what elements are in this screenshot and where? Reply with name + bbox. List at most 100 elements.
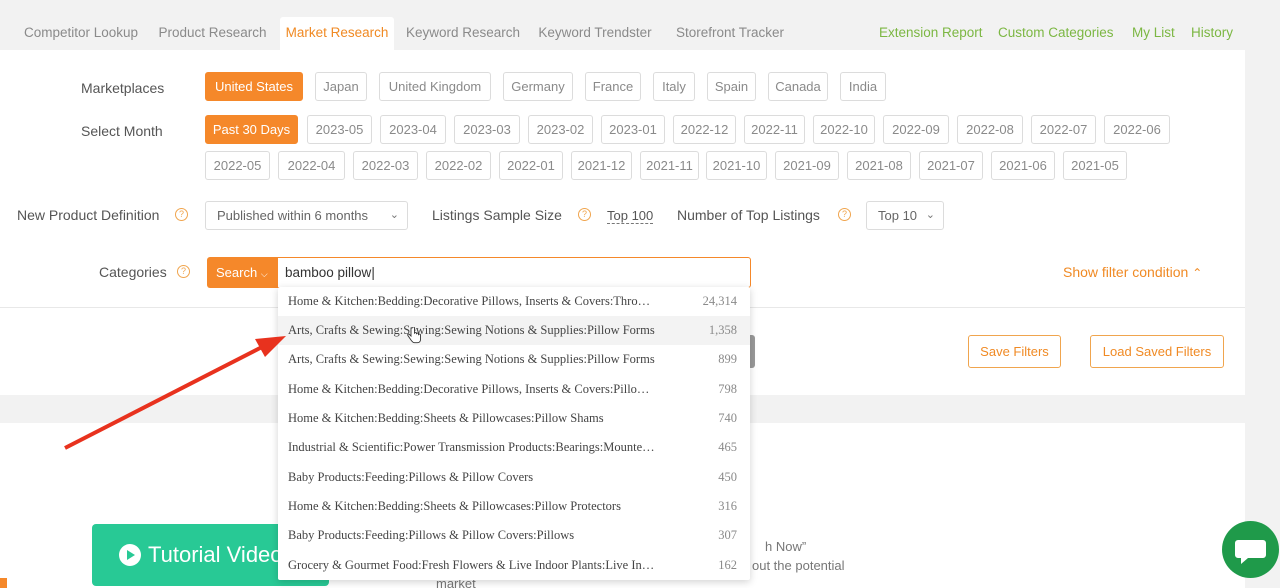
custom-categories-link[interactable]: Custom Categories <box>998 25 1114 40</box>
suggestion-item[interactable]: Arts, Crafts & Sewing:Sewing:Sewing Noti… <box>278 316 750 345</box>
top-listings-value: Top 10 <box>878 208 918 223</box>
month-chip[interactable]: 2022-12 <box>673 115 736 144</box>
search-type-button[interactable]: Search ⌵ <box>207 257 278 288</box>
suggestion-item[interactable]: Home & Kitchen:Bedding:Sheets & Pillowca… <box>278 404 750 433</box>
marketplace-japan[interactable]: Japan <box>315 72 367 101</box>
month-chip[interactable]: 2022-04 <box>278 151 345 180</box>
month-chip[interactable]: 2023-02 <box>528 115 593 144</box>
tab-storefront-tracker[interactable]: Storefront Tracker <box>666 17 794 50</box>
listings-sample-size-label: Listings Sample Size <box>432 207 562 223</box>
month-chip[interactable]: 2021-11 <box>640 151 699 180</box>
suggestion-item[interactable]: Industrial & Scientific:Power Transmissi… <box>278 433 750 462</box>
suggestion-text: Arts, Crafts & Sewing:Sewing:Sewing Noti… <box>288 352 655 366</box>
suggestion-count: 162 <box>718 558 737 572</box>
marketplaces-label: Marketplaces <box>81 80 165 96</box>
marketplace-united-kingdom[interactable]: United Kingdom <box>379 72 491 101</box>
hand-cursor-icon <box>407 327 421 344</box>
suggestion-item[interactable]: Baby Products:Feeding:Pillows & Pillow C… <box>278 463 750 492</box>
marketplace-india[interactable]: India <box>840 72 886 101</box>
month-chip[interactable]: Past 30 Days <box>205 115 298 144</box>
marketplace-canada[interactable]: Canada <box>768 72 828 101</box>
suggestion-text: Industrial & Scientific:Power Transmissi… <box>288 440 658 454</box>
promo-text-2: out the potential <box>752 558 845 573</box>
month-chip[interactable]: 2022-11 <box>744 115 805 144</box>
history-link[interactable]: History <box>1191 25 1233 40</box>
help-icon[interactable]: ? <box>175 208 188 221</box>
suggestion-text: Home & Kitchen:Bedding:Sheets & Pillowca… <box>288 411 604 425</box>
suggestion-text: Home & Kitchen:Bedding:Sheets & Pillowca… <box>288 499 621 513</box>
suggestion-item[interactable]: Baby Products:Feeding:Pillows & Pillow C… <box>278 521 750 550</box>
marketplace-germany[interactable]: Germany <box>503 72 573 101</box>
chevron-down-icon: ⌵ <box>260 269 268 279</box>
show-filter-condition-toggle[interactable]: Show filter condition ⌃ <box>1063 264 1202 280</box>
chat-bubble-icon <box>1235 540 1266 564</box>
month-chip[interactable]: 2021-10 <box>706 151 767 180</box>
month-chip[interactable]: 2022-02 <box>426 151 491 180</box>
help-icon[interactable]: ? <box>578 208 591 221</box>
help-icon[interactable]: ? <box>838 208 851 221</box>
month-chip[interactable]: 2023-03 <box>454 115 520 144</box>
month-chip[interactable]: 2021-07 <box>919 151 983 180</box>
suggestion-item[interactable]: Grocery & Gourmet Food:Fresh Flowers & L… <box>278 551 750 580</box>
month-chip[interactable]: 2021-06 <box>991 151 1055 180</box>
month-chip[interactable]: 2023-04 <box>380 115 446 144</box>
tab-keyword-trendster[interactable]: Keyword Trendster <box>531 17 659 50</box>
month-chip[interactable]: 2022-06 <box>1104 115 1170 144</box>
search-type-label: Search <box>216 265 258 280</box>
new-product-select[interactable]: Published within 6 months ⌄ <box>205 201 408 230</box>
month-chip[interactable]: 2022-01 <box>499 151 563 180</box>
marketplace-france[interactable]: France <box>585 72 641 101</box>
chevron-up-icon: ⌃ <box>1192 266 1203 280</box>
marketplace-united-states[interactable]: United States <box>205 72 303 101</box>
category-suggestions-dropdown: Home & Kitchen:Bedding:Decorative Pillow… <box>278 287 750 580</box>
load-saved-filters-button[interactable]: Load Saved Filters <box>1090 335 1224 368</box>
marketplace-spain[interactable]: Spain <box>707 72 756 101</box>
suggestion-item[interactable]: Home & Kitchen:Bedding:Sheets & Pillowca… <box>278 492 750 521</box>
suggestion-item[interactable]: Home & Kitchen:Bedding:Decorative Pillow… <box>278 287 750 316</box>
month-chip[interactable]: 2021-05 <box>1063 151 1127 180</box>
month-chip[interactable]: 2022-05 <box>205 151 270 180</box>
help-icon[interactable]: ? <box>177 265 190 278</box>
my-list-link[interactable]: My List <box>1132 25 1175 40</box>
month-chip[interactable]: 2021-09 <box>775 151 839 180</box>
top-listings-select[interactable]: Top 10 ⌄ <box>866 201 944 230</box>
tab-product-research[interactable]: Product Research <box>150 17 275 50</box>
chat-button[interactable] <box>1222 521 1279 578</box>
suggestion-item[interactable]: Arts, Crafts & Sewing:Sewing:Sewing Noti… <box>278 345 750 374</box>
search-query: bamboo pillow <box>285 265 372 280</box>
tab-competitor-lookup[interactable]: Competitor Lookup <box>15 17 147 50</box>
month-chip[interactable]: 2022-07 <box>1031 115 1096 144</box>
extension-report-link[interactable]: Extension Report <box>879 25 983 40</box>
save-filters-button[interactable]: Save Filters <box>968 335 1061 368</box>
suggestion-text: Baby Products:Feeding:Pillows & Pillow C… <box>288 528 575 542</box>
month-chip[interactable]: 2022-08 <box>957 115 1023 144</box>
suggestion-count: 899 <box>718 352 737 366</box>
suggestion-count: 316 <box>718 499 737 513</box>
month-chip[interactable]: 2021-08 <box>847 151 911 180</box>
new-product-value: Published within 6 months <box>217 208 369 223</box>
select-month-label: Select Month <box>81 123 163 139</box>
chevron-down-icon: ⌄ <box>925 209 935 221</box>
new-product-definition-label: New Product Definition <box>17 207 160 223</box>
month-chip[interactable]: 2022-03 <box>353 151 418 180</box>
show-filter-label: Show filter condition <box>1063 264 1189 280</box>
top-listings-label: Number of Top Listings <box>677 207 820 223</box>
month-chip[interactable]: 2022-10 <box>813 115 875 144</box>
suggestion-count: 450 <box>718 470 737 484</box>
categories-label: Categories <box>99 264 167 280</box>
sample-size-value[interactable]: Top 100 <box>607 208 654 224</box>
month-chip[interactable]: 2021-12 <box>571 151 632 180</box>
category-search-input[interactable]: bamboo pillow| <box>278 257 751 288</box>
suggestion-text: Home & Kitchen:Bedding:Decorative Pillow… <box>288 294 658 308</box>
suggestion-count: 798 <box>718 382 737 396</box>
side-tab[interactable] <box>0 578 7 588</box>
marketplace-italy[interactable]: Italy <box>653 72 695 101</box>
top-nav: Competitor Lookup Product Research Marke… <box>0 0 1280 50</box>
month-chip[interactable]: 2023-05 <box>307 115 372 144</box>
tab-market-research[interactable]: Market Research <box>280 17 394 50</box>
tab-keyword-research[interactable]: Keyword Research <box>400 17 526 50</box>
play-icon <box>119 544 141 566</box>
suggestion-item[interactable]: Home & Kitchen:Bedding:Decorative Pillow… <box>278 375 750 404</box>
month-chip[interactable]: 2022-09 <box>883 115 949 144</box>
month-chip[interactable]: 2023-01 <box>601 115 665 144</box>
